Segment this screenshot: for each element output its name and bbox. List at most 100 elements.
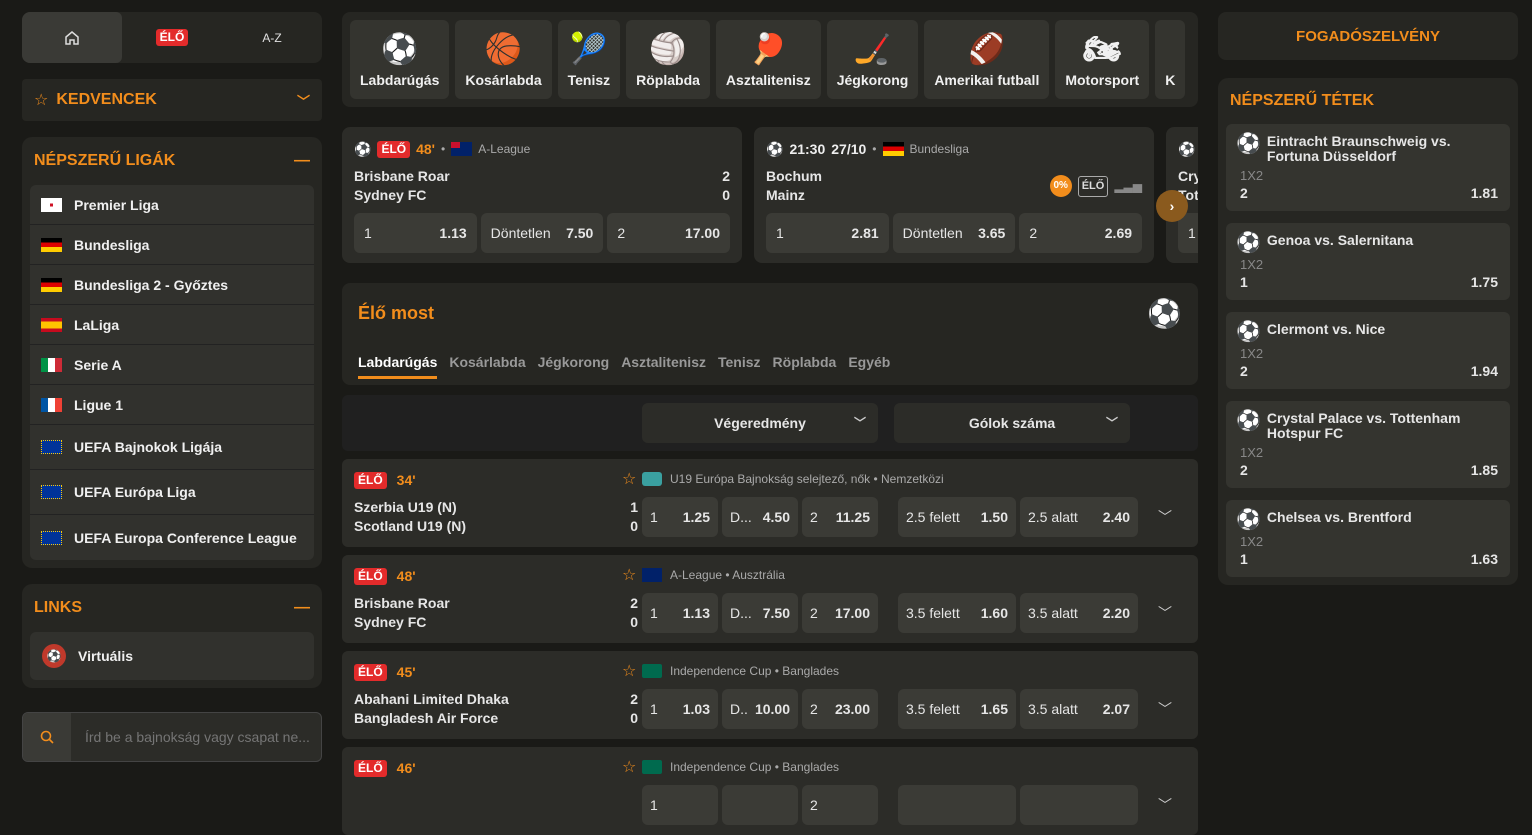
match-row[interactable]: ÉLŐ 46' ☆ Independence Cup • Banglades 1… <box>342 747 1198 835</box>
odd-button-under[interactable]: 2.5 alatt 2.40 <box>1020 497 1138 537</box>
star-icon[interactable]: ☆ <box>622 469 636 489</box>
chevron-down-icon[interactable]: ﹀ <box>1158 795 1172 815</box>
sport-tile[interactable]: 🏈 Amerikai futball <box>924 20 1050 99</box>
league-label: UEFA Bajnokok Ligája <box>74 439 223 455</box>
odd-button-home[interactable]: 1 1.25 <box>642 497 718 537</box>
popular-bet-card[interactable]: ⚽ Clermont vs. Nice 1X2 2 1.94 <box>1226 312 1510 389</box>
live-tab[interactable]: Egyéb <box>848 354 890 379</box>
odd-button-draw[interactable]: D... 7.50 <box>722 593 798 633</box>
league-item[interactable]: Serie A <box>30 345 314 385</box>
flag-de-icon <box>41 277 62 292</box>
odd-button-away[interactable]: 2 <box>802 785 878 825</box>
live-tab[interactable]: Röplabda <box>773 354 837 379</box>
popular-bet-card[interactable]: ⚽ Crystal Palace vs. Tottenham Hotspur FC… <box>1226 401 1510 488</box>
odd-button-draw[interactable]: D.. 10.00 <box>722 689 798 729</box>
league-item[interactable]: Bundesliga <box>30 225 314 265</box>
league-item[interactable]: Premier Liga <box>30 185 314 225</box>
sport-tile[interactable]: 🏓 Asztalitenisz <box>715 20 821 99</box>
match-row[interactable]: ÉLŐ 48' ☆ Brisbane Roar 2 Sydney FC 0 A-Le… <box>342 555 1198 643</box>
odd-button-over[interactable]: 3.5 felett 1.60 <box>898 593 1016 633</box>
favorites-section[interactable]: ☆ KEDVENCEK ﹀ <box>22 79 322 121</box>
sport-label: K <box>1165 71 1176 88</box>
odd-button-home[interactable]: 1 1.13 <box>642 593 718 633</box>
chevron-down-icon[interactable]: ﹀ <box>297 91 310 110</box>
odd-button-draw[interactable]: D... 4.50 <box>722 497 798 537</box>
chevron-right-icon[interactable]: › <box>1156 190 1188 222</box>
league-item[interactable]: LaLiga <box>30 305 314 345</box>
match-row[interactable]: ÉLŐ 34' ☆ Szerbia U19 (N) 1 Scotland U19 … <box>342 459 1198 547</box>
sport-tile[interactable]: K <box>1155 20 1186 99</box>
sport-tile[interactable]: 🏀 Kosárlabda <box>455 20 552 99</box>
home-button[interactable] <box>22 12 122 63</box>
odd-button-home[interactable]: 1 1.13 <box>354 213 477 253</box>
odd-button-draw[interactable] <box>722 785 798 825</box>
live-badge: ÉLŐ <box>377 140 411 158</box>
sport-tile[interactable]: 🏐 Röplabda <box>626 20 710 99</box>
live-tab[interactable]: Labdarúgás <box>358 354 438 379</box>
league-item[interactable]: Ligue 1 <box>30 385 314 425</box>
odd-button-over[interactable]: 3.5 felett 1.65 <box>898 689 1016 729</box>
odd-button-away[interactable]: 2 23.00 <box>802 689 878 729</box>
popular-bets-title: NÉPSZERŰ TÉTEK <box>1230 92 1375 109</box>
live-tab[interactable]: Jégkorong <box>538 354 610 379</box>
live-button[interactable]: ÉLŐ <box>122 12 222 63</box>
sport-tile[interactable]: 🎾 Tenisz <box>557 20 621 99</box>
collapse-icon[interactable]: — <box>294 599 310 617</box>
sport-label: Röplabda <box>636 71 700 88</box>
search-icon[interactable] <box>23 713 71 761</box>
odd-button-draw[interactable]: Döntetlen 7.50 <box>480 213 604 253</box>
featured-card[interactable]: ⚽ ÉLŐ 48' • A-League Brisbane Roar 2 Sydn… <box>342 127 742 263</box>
odd-button-home[interactable]: 1 <box>642 785 718 825</box>
sport-tile[interactable]: ⚽ Labdarúgás <box>350 20 450 99</box>
odd-button-under[interactable]: 3.5 alatt 2.20 <box>1020 593 1138 633</box>
az-button[interactable]: A-Z <box>222 12 322 63</box>
league-item[interactable]: UEFA Europa Conference League <box>30 515 314 560</box>
sport-tile[interactable]: 🏍 Motorsport <box>1055 20 1150 99</box>
star-icon[interactable]: ☆ <box>622 661 636 681</box>
chevron-down-icon[interactable]: ﹀ <box>1158 603 1172 623</box>
chevron-down-icon[interactable]: ﹀ <box>1158 507 1172 527</box>
betslip-button[interactable]: FOGADÓSZELVÉNY <box>1218 12 1518 60</box>
odd-button-away[interactable]: 2 11.25 <box>802 497 878 537</box>
live-tab[interactable]: Kosárlabda <box>449 354 525 379</box>
popular-bet-card[interactable]: ⚽ Eintracht Braunschweig vs. Fortuna Düss… <box>1226 124 1510 211</box>
odd-label: 2 <box>810 797 818 813</box>
collapse-icon[interactable]: — <box>294 152 310 170</box>
popular-bet-card[interactable]: ⚽ Chelsea vs. Brentford 1X2 1 1.63 <box>1226 500 1510 577</box>
league-label: Ligue 1 <box>74 396 124 413</box>
odd-button-away[interactable]: 2 17.00 <box>802 593 878 633</box>
odd-value: 2.40 <box>1102 509 1130 525</box>
featured-card[interactable]: ⚽ 21:30 27/10 • Bundesliga Bochum Mainz … <box>754 127 1154 263</box>
odd-button-under[interactable]: 3.5 alatt 2.07 <box>1020 689 1138 729</box>
league-item[interactable]: UEFA Európa Liga <box>30 470 314 515</box>
live-now-title: Élő most <box>358 303 435 323</box>
odd-button-away[interactable]: 2 2.69 <box>1019 213 1143 253</box>
odd-button-home[interactable]: 1 2.81 <box>766 213 889 253</box>
link-virtual[interactable]: ⚽ Virtuális <box>30 632 314 680</box>
odd-label: D... <box>730 509 752 525</box>
popular-bet-card[interactable]: ⚽ Genoa vs. Salernitana 1X2 1 1.75 <box>1226 223 1510 300</box>
away-score: 0 <box>630 614 638 630</box>
odd-button-over[interactable] <box>898 785 1016 825</box>
league-item[interactable]: Bundesliga 2 - Győztes <box>30 265 314 305</box>
match-row[interactable]: ÉLŐ 45' ☆ Abahani Limited Dhaka 2 Banglad… <box>342 651 1198 739</box>
odd-button-away[interactable]: 2 17.00 <box>607 213 731 253</box>
home-team: Cry <box>1178 168 1198 184</box>
chevron-down-icon[interactable]: ﹀ <box>1158 699 1172 719</box>
goals-dropdown[interactable]: Gólok száma ﹀ <box>894 403 1130 443</box>
odd-button-home[interactable]: 1 1.03 <box>642 689 718 729</box>
live-tab[interactable]: Asztalitenisz <box>621 354 706 379</box>
league-item[interactable]: UEFA Bajnokok Ligája <box>30 425 314 470</box>
live-tab[interactable]: Tenisz <box>718 354 761 379</box>
star-icon[interactable]: ☆ <box>622 757 636 777</box>
odd-button-under[interactable] <box>1020 785 1138 825</box>
sport-tile[interactable]: 🏒 Jégkorong <box>826 20 919 99</box>
odd-button-over[interactable]: 2.5 felett 1.50 <box>898 497 1016 537</box>
match-league: U19 Európa Bajnokság selejtező, nők • Ne… <box>670 472 944 486</box>
star-icon[interactable]: ☆ <box>622 565 636 585</box>
league-label: UEFA Europa Conference League <box>74 529 297 546</box>
result-dropdown[interactable]: Végeredmény ﹀ <box>642 403 878 443</box>
search-input[interactable] <box>71 729 321 745</box>
odd-button-draw[interactable]: Döntetlen 3.65 <box>892 213 1016 253</box>
home-team: Brisbane Roar <box>354 168 450 184</box>
